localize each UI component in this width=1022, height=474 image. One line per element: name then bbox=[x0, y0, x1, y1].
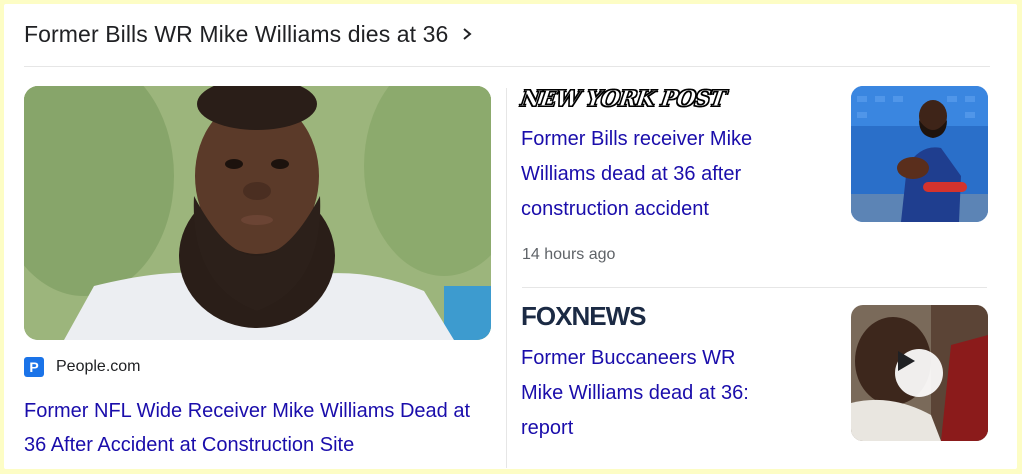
featured-source[interactable]: P People.com bbox=[24, 357, 141, 377]
headline-line: Former Buccaneers WR bbox=[521, 347, 736, 369]
chevron-right-icon[interactable] bbox=[460, 27, 474, 41]
people-logo-icon: P bbox=[24, 357, 44, 377]
story-headline[interactable]: Former Buccaneers WR Mike Williams dead … bbox=[521, 341, 821, 446]
headline-line: report bbox=[521, 417, 574, 439]
header-divider bbox=[24, 66, 990, 67]
featured-story-image[interactable] bbox=[24, 86, 491, 340]
story-divider bbox=[522, 287, 987, 288]
headline-line: Former Bills receiver Mike bbox=[521, 128, 753, 150]
fox-news-logo: FOXNEWS bbox=[521, 301, 646, 331]
story-title[interactable]: Former Bills WR Mike Williams dies at 36 bbox=[24, 21, 448, 48]
new-york-post-logo: NEW YORK POST bbox=[519, 86, 728, 113]
story-headline[interactable]: Former Bills receiver Mike Williams dead… bbox=[521, 122, 821, 227]
play-icon[interactable] bbox=[895, 349, 943, 397]
headline-line: Williams dead at 36 after bbox=[521, 163, 742, 185]
headline-line: construction accident bbox=[521, 198, 709, 220]
headline-line: Mike Williams dead at 36: bbox=[521, 382, 749, 404]
featured-headline[interactable]: Former NFL Wide Receiver Mike Williams D… bbox=[24, 394, 492, 462]
source-name: People.com bbox=[56, 358, 141, 375]
story-timestamp: 14 hours ago bbox=[522, 246, 616, 263]
top-stories-card: Former Bills WR Mike Williams dies at 36 bbox=[4, 4, 1017, 469]
video-thumbnail[interactable] bbox=[851, 305, 988, 441]
story-header[interactable]: Former Bills WR Mike Williams dies at 36 bbox=[24, 18, 474, 50]
story-thumbnail[interactable] bbox=[851, 86, 988, 222]
column-divider bbox=[506, 88, 507, 468]
